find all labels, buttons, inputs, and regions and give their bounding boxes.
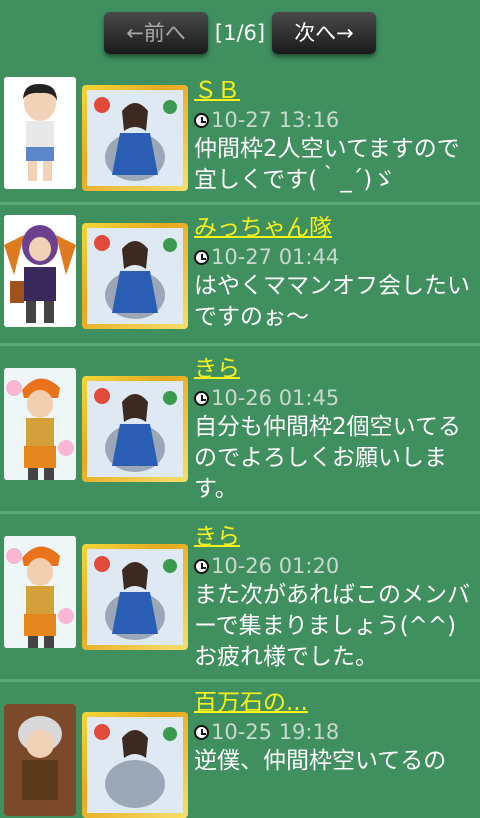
monster-card-icon[interactable] xyxy=(82,712,188,818)
post-author[interactable]: きら xyxy=(194,522,476,552)
clock-icon xyxy=(194,112,209,128)
post-message: 逆僕、仲間枠空いてるの xyxy=(194,748,447,774)
post-item: きら 10-26 01:45 自分も仲間枠2個空いてるのでよろしくお願いします。 xyxy=(0,346,480,514)
post-timestamp: 10-27 13:16 xyxy=(194,106,476,134)
post-timestamp: 10-26 01:45 xyxy=(194,384,476,412)
post-time: 10-25 19:18 xyxy=(211,720,340,744)
clock-icon xyxy=(194,558,209,574)
post-item: 百万石の... 10-25 19:18 逆僕、仲間枠空いてるの xyxy=(0,682,480,818)
monster-card-icon[interactable] xyxy=(82,376,188,482)
clock-icon xyxy=(194,724,209,740)
post-timestamp: 10-27 01:44 xyxy=(194,243,476,271)
user-avatar[interactable] xyxy=(4,368,76,480)
user-avatar[interactable] xyxy=(4,704,76,816)
page-indicator: [1/6] xyxy=(214,21,266,45)
monster-card-icon[interactable] xyxy=(82,544,188,650)
user-avatar[interactable] xyxy=(4,215,76,327)
post-timestamp: 10-25 19:18 xyxy=(194,718,476,746)
post-timestamp: 10-26 01:20 xyxy=(194,552,476,580)
clock-icon xyxy=(194,249,209,265)
post-item: みっちゃん隊 10-27 01:44 はやくママンオフ会したいですのぉ～ xyxy=(0,205,480,346)
post-message: 仲間枠2人空いてますので宜しくです(｀_´)ゞ xyxy=(194,136,460,193)
user-avatar[interactable] xyxy=(4,77,76,189)
post-item: ＳＢ 10-27 13:16 仲間枠2人空いてますので宜しくです(｀_´)ゞ xyxy=(0,72,480,205)
prev-page-button[interactable]: ←前へ xyxy=(104,12,208,54)
post-author[interactable]: ＳＢ xyxy=(194,76,476,106)
user-avatar[interactable] xyxy=(4,536,76,648)
post-message: また次があればこのメンバーで集まりましょう(^^)お疲れ様でした。 xyxy=(194,582,470,670)
next-page-button[interactable]: 次へ→ xyxy=(272,12,376,54)
monster-card-icon[interactable] xyxy=(82,223,188,329)
monster-card-icon[interactable] xyxy=(82,85,188,191)
post-author[interactable]: きら xyxy=(194,354,476,384)
post-time: 10-27 01:44 xyxy=(211,245,340,269)
post-time: 10-27 13:16 xyxy=(211,108,340,132)
post-message: 自分も仲間枠2個空いてるのでよろしくお願いします。 xyxy=(194,414,461,502)
post-message: はやくママンオフ会したいですのぉ～ xyxy=(194,273,470,330)
post-author[interactable]: みっちゃん隊 xyxy=(194,213,476,243)
post-author[interactable]: 百万石の... xyxy=(194,688,476,718)
post-time: 10-26 01:45 xyxy=(211,386,340,410)
post-time: 10-26 01:20 xyxy=(211,554,340,578)
clock-icon xyxy=(194,390,209,406)
pager: ←前へ [1/6] 次へ→ xyxy=(0,0,480,64)
post-item: きら 10-26 01:20 また次があればこのメンバーで集まりましょう(^^)… xyxy=(0,514,480,682)
